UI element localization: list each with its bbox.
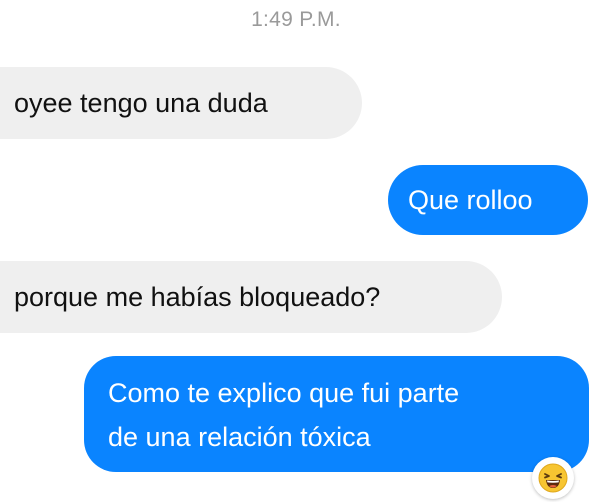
message-line: de una relación tóxica bbox=[108, 422, 371, 452]
message-line: Como te explico que fui parte bbox=[108, 378, 460, 408]
message-reaction[interactable] bbox=[532, 457, 574, 499]
outgoing-message-bubble[interactable]: Que rolloo bbox=[388, 165, 588, 235]
outgoing-message-bubble[interactable]: Como te explico que fui parte de una rel… bbox=[84, 356, 589, 472]
incoming-message-bubble[interactable]: porque me habías bloqueado? bbox=[0, 261, 502, 333]
laughing-emoji-icon bbox=[538, 463, 568, 493]
timestamp: 1:49 P.M. bbox=[251, 8, 341, 31]
incoming-message-bubble[interactable]: oyee tengo una duda bbox=[0, 67, 362, 139]
